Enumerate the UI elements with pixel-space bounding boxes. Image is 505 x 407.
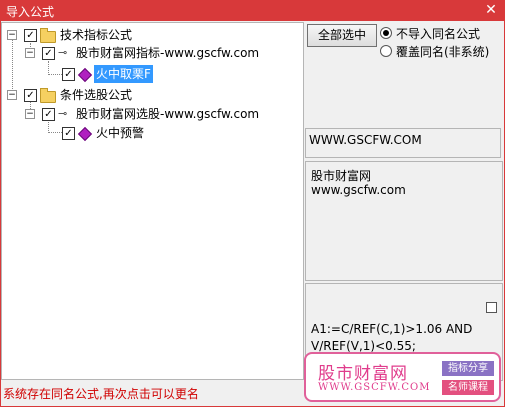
folder-icon	[40, 28, 56, 43]
tree-node-label: 火中取栗F	[94, 65, 153, 83]
tree-node-label: 技术指标公式	[60, 28, 133, 42]
checkbox[interactable]: ✓	[24, 89, 37, 102]
tree-connector	[48, 74, 62, 75]
window-title: 导入公式	[6, 5, 55, 19]
expand-toggle[interactable]: −	[7, 90, 17, 100]
watermark-badge: 股市财富网 WWW.GSCFW.COM 指标分享 名师课程	[304, 352, 501, 402]
checkbox[interactable]: ✓	[62, 127, 75, 140]
close-icon[interactable]: ✕	[483, 1, 499, 19]
checkbox[interactable]: ✓	[42, 47, 55, 60]
site-url: www.gscfw.com	[311, 183, 406, 197]
expand-toggle[interactable]: −	[25, 109, 35, 119]
code-checkbox[interactable]	[486, 302, 497, 313]
tree-connector	[48, 119, 49, 133]
tree-node-label: 条件选股公式	[60, 88, 133, 102]
checkbox[interactable]: ✓	[24, 29, 37, 42]
url-display: WWW.GSCFW.COM	[305, 128, 501, 158]
formula-tree[interactable]: − ✓ 技术指标公式 − ✓ ⊸ 股市财富网指标-www.gscfw.com ✓…	[1, 22, 304, 380]
folder-icon	[40, 88, 56, 103]
expand-toggle[interactable]: −	[25, 48, 35, 58]
site-name: 股市财富网	[311, 169, 372, 183]
checkbox[interactable]: ✓	[62, 68, 75, 81]
radio-overwrite[interactable]	[380, 45, 392, 57]
key-icon: ⊸	[58, 46, 68, 59]
radio-overwrite-label[interactable]: 覆盖同名(非系统)	[396, 43, 489, 60]
checkbox[interactable]: ✓	[42, 108, 55, 121]
radio-no-import[interactable]	[380, 27, 392, 39]
tree-connector	[12, 39, 13, 97]
title-bar: 导入公式 ✕	[0, 0, 505, 21]
watermark-url: WWW.GSCFW.COM	[318, 382, 431, 393]
formula-line-1: A1:=C/REF(C,1)>1.06 AND	[311, 322, 473, 336]
tree-node-label: 火中预警	[96, 126, 145, 140]
formula-line-2: V/REF(V,1)<0.55;	[311, 339, 416, 353]
status-message: 系统存在同名公式,再次点击可以更名	[3, 387, 199, 401]
radio-dot	[383, 30, 389, 36]
watermark-name: 股市财富网	[318, 364, 408, 384]
tree-node-label: 股市财富网选股-www.gscfw.com	[76, 107, 260, 121]
formula-icon	[77, 126, 93, 142]
tree-node-label: 股市财富网指标-www.gscfw.com	[76, 46, 260, 60]
expand-toggle[interactable]: −	[7, 30, 17, 40]
select-all-button[interactable]: 全部选中	[307, 24, 377, 47]
tree-connector	[48, 132, 62, 133]
key-icon: ⊸	[58, 107, 68, 120]
watermark-tag-course: 名师课程	[442, 380, 494, 395]
formula-icon	[77, 67, 93, 83]
watermark-tag-share: 指标分享	[442, 361, 494, 376]
tree-connector	[48, 61, 49, 75]
radio-no-import-label[interactable]: 不导入同名公式	[396, 25, 480, 42]
formula-info-box: 股市财富网 www.gscfw.com	[305, 161, 503, 281]
url-text: WWW.GSCFW.COM	[309, 133, 422, 147]
